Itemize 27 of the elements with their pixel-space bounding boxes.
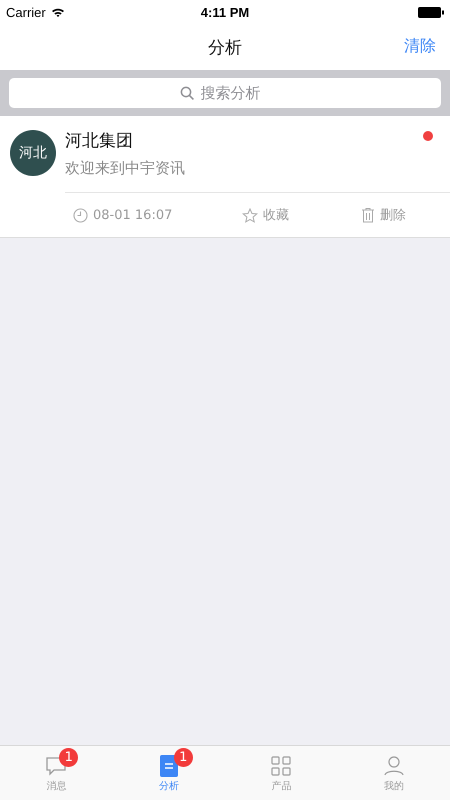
wifi-icon [50,6,65,18]
count-badge: 1 [174,748,193,766]
tab[interactable]: 产品 [225,746,338,800]
search-field[interactable]: 搜索分析 [200,84,270,102]
page-title: 分析 [208,36,242,58]
clock-icon [73,208,88,222]
person-icon [384,756,404,776]
status-time: 4:11 PM [200,4,250,20]
delete-button[interactable]: 删除 [359,204,408,226]
count-badge: 1 [59,748,78,766]
battery-icon [418,6,444,18]
message-text: 欢迎来到中宇资讯 [65,158,185,179]
message-title: 河北集团 [65,130,134,153]
search-icon [180,86,194,100]
avatar: 河北 [10,130,56,176]
tab[interactable]: 1 分析 [112,746,225,800]
grid-icon [271,756,292,776]
speech-bubble-icon [45,756,68,776]
tab[interactable]: 1 消息 [0,746,112,800]
star-icon [242,208,258,222]
trash-icon [361,207,375,223]
clear-button[interactable]: 清除 [402,34,438,59]
favorite-button[interactable]: 收藏 [240,204,292,226]
carrier-label: Carrier [6,4,46,20]
message-time: 08-01 16:07 [93,208,172,222]
document-icon [160,754,178,776]
tab[interactable]: 我的 [338,746,450,800]
